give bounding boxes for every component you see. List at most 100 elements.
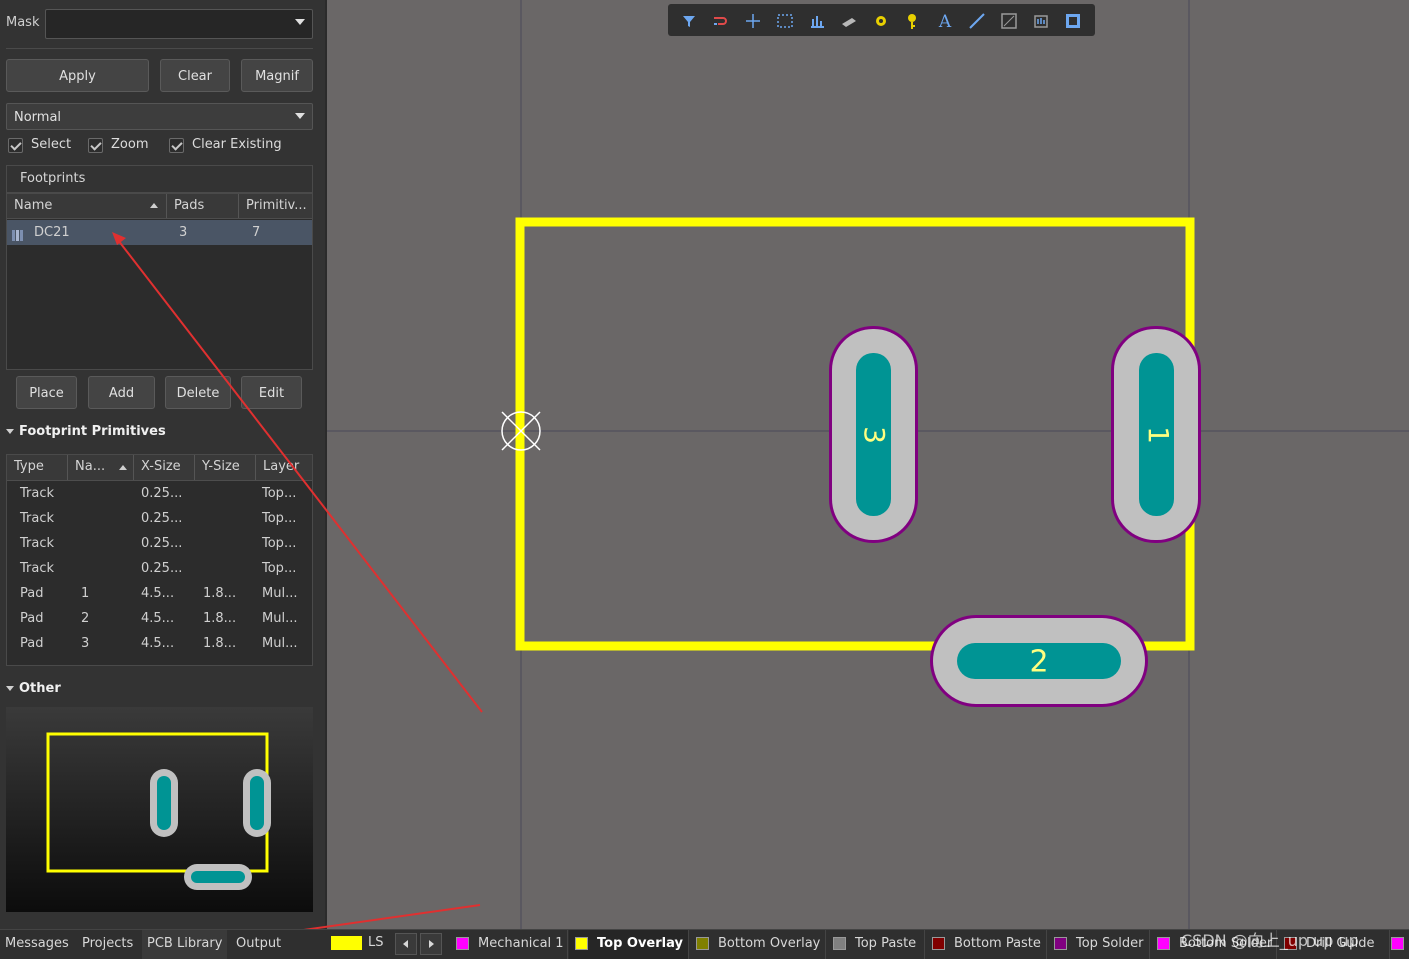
primitive-row[interactable]: Pad 3 4.5... 1.8... Mul... <box>7 631 312 656</box>
primitives-table-header: Type Na... X-Size Y-Size Layer <box>7 455 312 481</box>
select-checkbox-label: Select <box>31 137 72 152</box>
primitive-layer: Top... <box>262 486 297 501</box>
layer-name: Top Paste <box>855 936 917 951</box>
preview-pad-1-copper <box>250 776 264 830</box>
primitive-row[interactable]: Track 0.25... Top... <box>7 506 312 531</box>
primitive-row[interactable]: Track 0.25... Top... <box>7 556 312 581</box>
chevron-left-icon[interactable] <box>395 933 417 955</box>
primitive-y-size: 1.8... <box>203 611 237 626</box>
column-name[interactable]: Name <box>7 194 167 218</box>
primitive-y-size: 1.8... <box>203 636 237 651</box>
pad-icon[interactable] <box>902 10 924 32</box>
checkmark-icon <box>8 138 23 153</box>
column-primitives[interactable]: Primitiv... <box>239 194 312 218</box>
text-icon[interactable]: A <box>934 10 956 32</box>
chart-icon[interactable] <box>806 10 828 32</box>
primitive-row[interactable]: Track 0.25... Top... <box>7 481 312 506</box>
primitive-y-size: 1.8... <box>203 586 237 601</box>
primitive-layer: Top... <box>262 511 297 526</box>
tab-pcb-library[interactable]: PCB Library <box>142 930 228 959</box>
delete-button[interactable]: Delete <box>165 376 231 409</box>
place-icon[interactable] <box>742 10 764 32</box>
chevron-down-icon <box>295 19 305 25</box>
mask-combo[interactable] <box>45 9 313 39</box>
primitive-layer: Mul... <box>262 636 298 651</box>
clear-existing-checkbox[interactable]: Clear Existing <box>169 137 289 155</box>
primitive-layer: Top... <box>262 536 297 551</box>
line-icon[interactable] <box>966 10 988 32</box>
via-icon[interactable] <box>870 10 892 32</box>
select-rect-icon[interactable] <box>774 10 796 32</box>
layer-tab-bottom-paste[interactable]: Bottom Paste <box>926 930 1047 959</box>
mode-select[interactable]: Normal <box>6 103 313 130</box>
layer-name: Top Solder <box>1076 936 1144 951</box>
layer-name: Top Overlay <box>597 936 683 951</box>
column-pads[interactable]: Pads <box>167 194 239 218</box>
region-icon[interactable] <box>1030 10 1052 32</box>
footprint-primitives-title: Footprint Primitives <box>19 424 166 439</box>
divider <box>6 48 313 49</box>
footprint-preview <box>6 707 313 912</box>
board-icon[interactable] <box>1062 10 1084 32</box>
add-button[interactable]: Add <box>88 376 155 409</box>
column-name-label: Na... <box>75 459 106 474</box>
clear-button[interactable]: Clear <box>160 59 230 92</box>
primitive-type: Track <box>20 511 55 526</box>
layer-color-swatch[interactable] <box>1391 937 1404 950</box>
canvas-toolbar: A <box>668 4 1095 36</box>
pad-3-designator: 3 <box>858 426 891 444</box>
layer-tab-top-overlay[interactable]: Top Overlay <box>569 930 689 959</box>
tab-output[interactable]: Output <box>231 930 286 959</box>
measure-icon[interactable] <box>998 10 1020 32</box>
primitive-row[interactable]: Pad 1 4.5... 1.8... Mul... <box>7 581 312 606</box>
layer-name: Bottom Paste <box>954 936 1041 951</box>
footprint-pads: 3 <box>179 225 188 240</box>
layer-tab-top-solder[interactable]: Top Solder <box>1048 930 1150 959</box>
layer-color-swatch <box>575 937 588 950</box>
primitive-x-size: 0.25... <box>141 561 183 576</box>
mode-value: Normal <box>14 110 62 125</box>
current-layer-swatch[interactable] <box>331 936 362 950</box>
edit-button[interactable]: Edit <box>241 376 302 409</box>
tab-projects[interactable]: Projects <box>77 930 138 959</box>
primitive-type: Track <box>20 536 55 551</box>
pcb-drawing: 3 1 2 <box>327 0 1409 929</box>
layer-color-swatch <box>456 937 469 950</box>
primitive-type: Pad <box>20 611 44 626</box>
filter-icon[interactable] <box>678 10 700 32</box>
primitive-type: Track <box>20 561 55 576</box>
mask-label: Mask <box>6 15 40 30</box>
component-icon[interactable] <box>838 10 860 32</box>
route-icon[interactable] <box>710 10 732 32</box>
column-layer[interactable]: Layer <box>256 455 312 480</box>
other-section[interactable]: Other <box>6 681 61 696</box>
footprint-primitives: 7 <box>252 225 261 240</box>
select-checkbox[interactable]: Select <box>8 137 78 155</box>
place-button[interactable]: Place <box>16 376 77 409</box>
preview-graphic <box>46 732 271 890</box>
chevron-right-icon[interactable] <box>420 933 442 955</box>
column-y-size[interactable]: Y-Size <box>195 455 256 480</box>
footprint-row[interactable]: DC21 3 7 <box>7 220 312 245</box>
collapse-icon <box>6 686 14 691</box>
ls-button[interactable]: LS <box>368 935 384 950</box>
layer-color-swatch <box>1054 937 1067 950</box>
footprints-table-header: Name Pads Primitiv... <box>7 194 312 219</box>
primitive-row[interactable]: Pad 2 4.5... 1.8... Mul... <box>7 606 312 631</box>
primitive-layer: Top... <box>262 561 297 576</box>
column-x-size[interactable]: X-Size <box>134 455 195 480</box>
magnify-button[interactable]: Magnif <box>241 59 313 92</box>
apply-button[interactable]: Apply <box>6 59 149 92</box>
column-type[interactable]: Type <box>7 455 68 480</box>
layer-tab-bottom-overlay[interactable]: Bottom Overlay <box>690 930 826 959</box>
primitive-row[interactable]: Track 0.25... Top... <box>7 531 312 556</box>
footprint-primitives-section[interactable]: Footprint Primitives <box>6 424 166 439</box>
zoom-checkbox[interactable]: Zoom <box>88 137 158 155</box>
layer-name: Mechanical 1 <box>478 936 564 951</box>
layer-tab-top-paste[interactable]: Top Paste <box>827 930 925 959</box>
footprints-table: Name Pads Primitiv... DC21 3 7 <box>6 193 313 370</box>
tab-messages[interactable]: Messages <box>0 930 74 959</box>
column-name[interactable]: Na... <box>68 455 134 480</box>
pcb-canvas[interactable]: 3 1 2 A <box>327 0 1409 929</box>
layer-tab-mechanical-1[interactable]: Mechanical 1 <box>450 930 568 959</box>
